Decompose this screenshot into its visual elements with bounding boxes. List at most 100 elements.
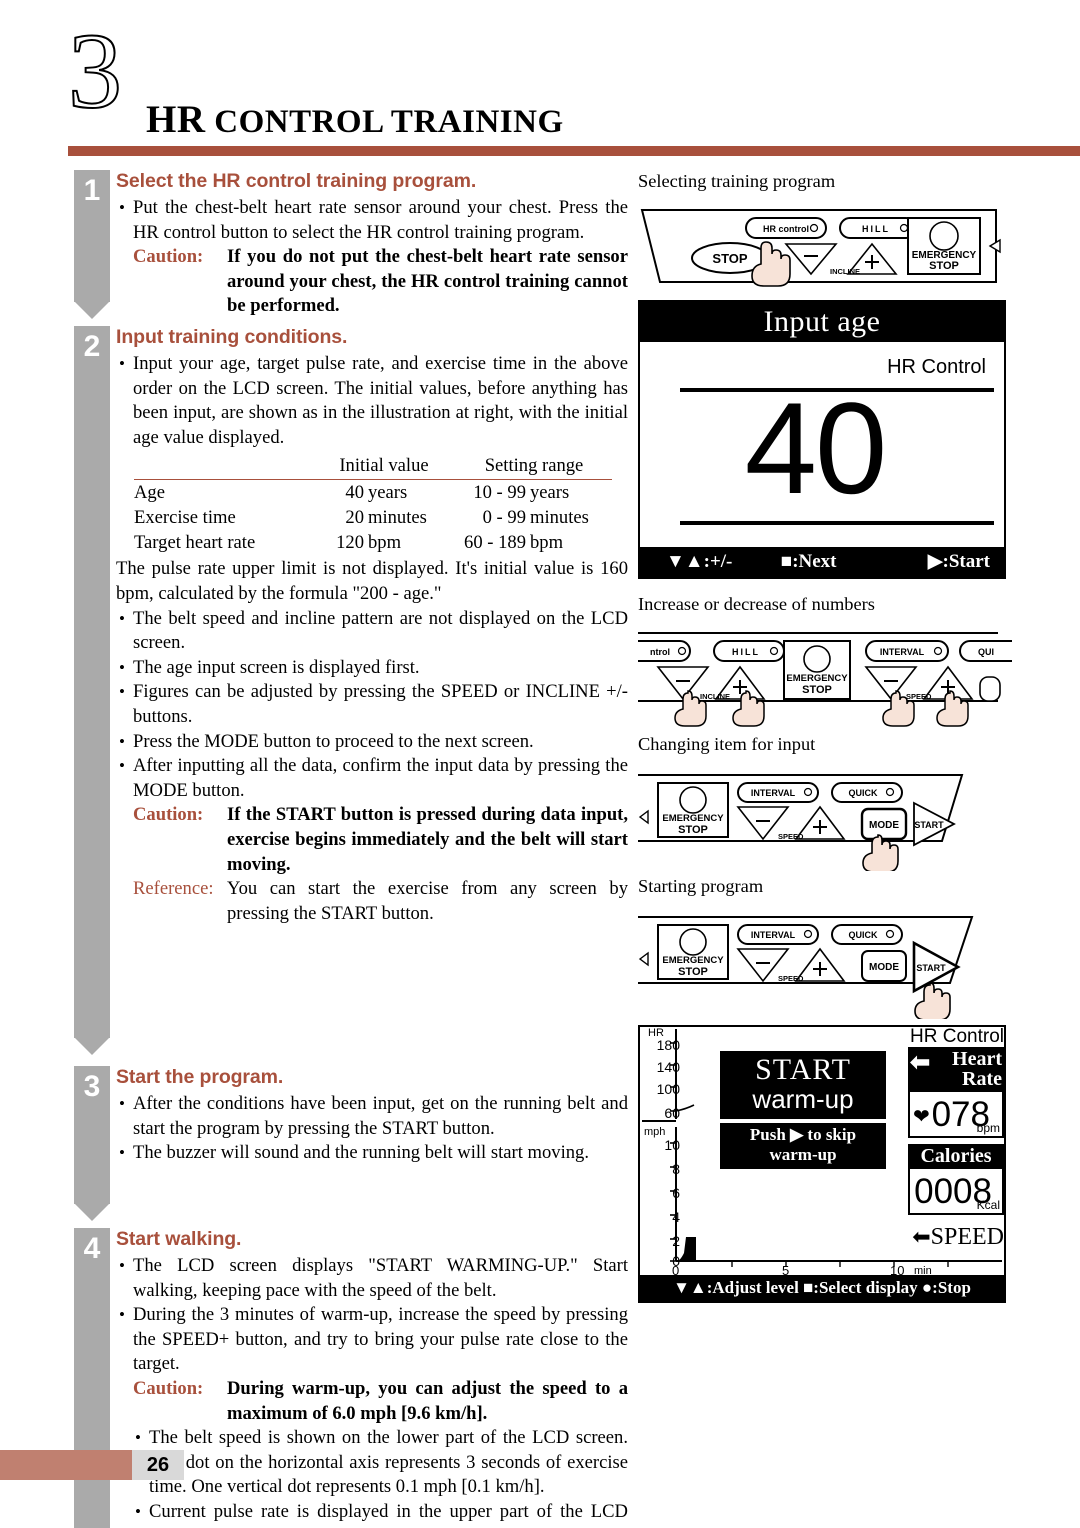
reference-label: Reference: (133, 878, 214, 900)
page-title: HR CONTROL TRAINING (146, 97, 564, 142)
step-2-bullet: Press the MODE button to proceed to the … (116, 730, 628, 755)
step-2-bullet: Figures can be adjusted by pressing the … (116, 680, 628, 729)
lcd-age-value: 40 (744, 375, 888, 521)
chapter-number: 3 (67, 12, 123, 131)
stop-button-label: STOP (712, 251, 747, 266)
speed-indicator: ⬅SPEED (908, 1223, 1004, 1251)
step-3-title: Start the program. (116, 1066, 284, 1088)
lcd-mode-label: HR Control (910, 1026, 1004, 1047)
caution-label: Caution: (133, 1377, 204, 1399)
quick-button-label: QUICK (849, 788, 879, 798)
quick-button-label: QUICK (849, 930, 879, 940)
row-initial-num: 40 (345, 482, 364, 504)
lcd-hint-start: ▶:Start (927, 551, 990, 572)
lcd-warmup-screen: HR 180 140 100 60 mph 10 8 6 4 2 0 (638, 1025, 1006, 1303)
interval-button-label: INTERVAL (880, 647, 925, 657)
caution-label: Caution: (133, 246, 204, 268)
lcd-divider-bottom (680, 521, 994, 525)
emergency-stop-label: STOP (929, 260, 959, 272)
step-2-marker: 2 (74, 326, 110, 1055)
mode-button-label: MODE (869, 962, 899, 973)
row-range-num: 0 - 99 (482, 507, 526, 529)
calories-unit: Kcal (976, 1198, 1000, 1212)
speed-label: SPEED (778, 974, 804, 983)
heart-rate-unit: bpm (976, 1121, 1000, 1135)
lcd-warmup-footer: ▼▲:Adjust level ■:Select display ●:Stop (640, 1275, 1004, 1301)
speed-label: SPEED (906, 692, 932, 701)
skip-banner-line1: Push ▶ to skip (749, 1125, 857, 1144)
row-label: Age (134, 482, 165, 504)
left-arrow-icon: ⬅ (910, 1050, 931, 1076)
step-3-arrow-tip (74, 1203, 110, 1221)
row-initial-unit: minutes (368, 507, 427, 529)
x-tick: 0 (672, 1263, 680, 1278)
row-initial-num: 120 (336, 532, 364, 554)
x-tick: 10 (890, 1263, 905, 1278)
table-row: Age 40 years 10 - 99 years (134, 480, 612, 506)
step-1-bullet: Put the chest-belt heart rate sensor aro… (116, 196, 628, 245)
interval-button-label: INTERVAL (751, 930, 796, 940)
illustrations-column: Selecting training program HR control HI… (638, 170, 1012, 1303)
emergency-label: EMERGENCY (662, 813, 724, 824)
step-4-caution: Caution: During warm-up, you can adjust … (116, 1377, 628, 1426)
caution-text: During warm-up, you can adjust the speed… (227, 1377, 628, 1424)
row-initial-unit: years (368, 482, 408, 504)
figure-2-caption: Increase or decrease of numbers (638, 594, 875, 614)
col-initial-value: Initial value (339, 455, 429, 477)
step-4-bullet: During the 3 minutes of warm-up, increas… (116, 1303, 628, 1377)
left-arrow-icon: ⬅ (912, 1224, 931, 1249)
emergency-stop-label: STOP (678, 824, 708, 836)
emergency-stop-label: STOP (678, 966, 708, 978)
hr-control-button-label: HR control (763, 224, 809, 234)
lcd-footer: ▼▲:+/- ■:Next ▶:Start (640, 547, 1004, 577)
speed-label: SPEED (930, 1224, 1004, 1250)
incline-label: INCLINE (700, 692, 730, 701)
step-1-title: Select the HR control training program. (116, 170, 477, 192)
caution-label: Caution: (133, 804, 204, 826)
row-initial-num: 20 (345, 507, 364, 529)
quick-partial-label: QUI (978, 647, 994, 657)
row-label: Exercise time (134, 507, 236, 529)
hill-button-label: HILL (862, 224, 890, 234)
lcd-side-panel: HR Control ⬅ Heart Rate ❤ 078 bpm Calori… (908, 1027, 1004, 1251)
figure-3-console: EMERGENCY STOP INTERVAL QUICK SPEED MODE… (638, 759, 1012, 871)
row-range-unit: minutes (530, 507, 589, 529)
emergency-label: EMERGENCY (786, 673, 848, 684)
step-3-number: 3 (83, 1070, 101, 1103)
step-1-caution: Caution: If you do not put the chest-bel… (116, 245, 628, 319)
start-button-label: START (916, 963, 946, 973)
page-number: 26 (132, 1450, 184, 1480)
hr-control-partial-label: ntrol (650, 647, 670, 657)
row-range-unit: bpm (530, 532, 564, 554)
step-2-bullet: The age input screen is displayed first. (116, 656, 628, 681)
step-3-bullet: The buzzer will sound and the running be… (116, 1141, 628, 1166)
manual-page: 3 HR CONTROL TRAINING 1 Select the HR co… (0, 0, 1080, 1528)
step-4-inner-bullet: The belt speed is shown on the lower par… (132, 1426, 628, 1500)
row-initial-unit: bpm (368, 532, 402, 554)
step-2: 2 Input training conditions. Input your … (68, 326, 628, 1058)
step-4-bullet: The LCD screen displays "START WARMING-U… (116, 1254, 628, 1303)
table-row: Exercise time 20 minutes 0 - 99 minutes (134, 505, 612, 530)
skip-banner-line2: warm-up (769, 1145, 837, 1164)
lcd-warmup-main: HR 180 140 100 60 mph 10 8 6 4 2 0 (640, 1027, 1004, 1278)
x-tick: 5 (782, 1263, 790, 1278)
lcd-hint-next: ■:Next (780, 551, 837, 572)
step-1: 1 Select the HR control training program… (68, 170, 628, 320)
step-2-after-table: The pulse rate upper limit is not displa… (116, 558, 628, 604)
step-2-number: 2 (83, 330, 101, 363)
start-button-label: START (914, 820, 944, 830)
col-blank (134, 454, 312, 480)
step-1-marker: 1 (74, 170, 110, 319)
step-3-marker: 3 (74, 1066, 110, 1221)
row-range-num: 10 - 99 (473, 482, 526, 504)
figure-2-console: ntrol HILL INCLINE EMERGENCY STOP INTERV… (638, 619, 1012, 727)
header-rule (68, 146, 1080, 156)
skip-banner: Push ▶ to skip warm-up (720, 1123, 886, 1169)
lcd-input-age: Input age HR Control 40 ▼▲:+/- ■:Next ▶:… (638, 300, 1006, 579)
step-2-bullet: The belt speed and incline pattern are n… (116, 607, 628, 656)
footer-bar (0, 1450, 132, 1480)
figure-4-caption: Starting program (638, 876, 764, 896)
page-title-strong: HR (146, 98, 206, 141)
initial-values-table: Initial value Setting range Age 40 years… (134, 454, 612, 555)
row-range-unit: years (530, 482, 570, 504)
